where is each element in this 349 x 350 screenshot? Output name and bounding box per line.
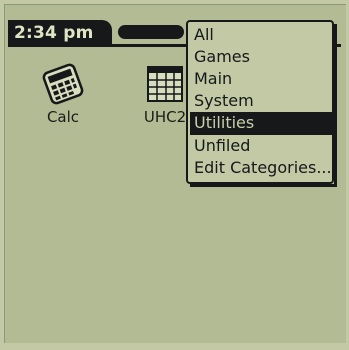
clock-title[interactable]: 2:34 pm	[8, 20, 112, 46]
menu-item-all[interactable]: All	[190, 24, 332, 47]
category-selector[interactable]	[118, 25, 184, 39]
menu-item-system[interactable]: System	[190, 90, 332, 113]
app-label-calc: Calc	[46, 108, 80, 126]
category-dropdown: All Games Main System Utilities Unfiled …	[186, 20, 334, 184]
menu-item-games[interactable]: Games	[190, 46, 332, 69]
app-calc[interactable]: Calc	[28, 62, 98, 126]
menu-item-edit-categories[interactable]: Edit Categories...	[190, 157, 332, 180]
menu-shadow	[334, 24, 337, 186]
menu-shadow	[190, 184, 337, 187]
menu-item-utilities[interactable]: Utilities	[190, 112, 332, 135]
menu-item-main[interactable]: Main	[190, 68, 332, 91]
calculator-icon	[28, 62, 98, 106]
menu-item-unfiled[interactable]: Unfiled	[190, 135, 332, 158]
